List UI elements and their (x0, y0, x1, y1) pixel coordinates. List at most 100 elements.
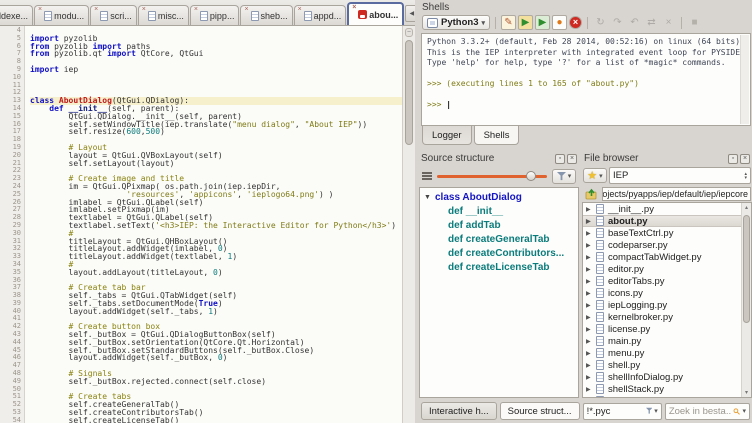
run-file-icon[interactable]: ▶ (518, 15, 533, 30)
tool-tab[interactable]: Interactive h... (421, 402, 497, 420)
expand-icon[interactable]: ▶ (586, 302, 596, 309)
edit-shell-config-icon[interactable]: ✎ (501, 15, 516, 30)
file-list-scrollbar-thumb[interactable] (743, 215, 750, 323)
starred-dirs-button[interactable]: ★ ▾ (583, 168, 607, 183)
editor-scrollbar[interactable]: ‒ (402, 26, 415, 423)
expand-icon[interactable]: ▶ (586, 278, 596, 285)
source-structure-item[interactable]: def __init__ (420, 204, 578, 218)
shell-tab-python3[interactable]: Python3 ▾ (422, 15, 490, 30)
code-area[interactable]: import pyzolibfrom pyzolib import pathsf… (25, 26, 402, 423)
tool-tab[interactable]: Source struct... (500, 402, 580, 420)
file-browser-item[interactable]: ▶menu.py (583, 347, 751, 359)
current-path-field[interactable]: projects/pyapps/iep/default/iep/iepcore (602, 187, 751, 201)
source-structure-item[interactable]: ▼class AboutDialog (420, 190, 578, 204)
expand-icon[interactable]: ▶ (586, 362, 596, 369)
file-browser-item[interactable]: ▶__init__.py (583, 203, 751, 215)
expand-icon[interactable]: ▶ (586, 350, 596, 357)
close-tab-icon[interactable]: × (244, 7, 248, 13)
expand-icon[interactable]: ▶ (586, 290, 596, 297)
expand-icon[interactable]: ▶ (586, 314, 596, 321)
run-project-file-icon[interactable]: ▶ (535, 15, 550, 30)
editor-tab[interactable]: ×pipp... (190, 5, 240, 25)
source-structure-item[interactable]: def createGeneralTab (420, 232, 578, 246)
shell-output[interactable]: Python 3.3.2+ (default, Feb 28 2014, 00:… (421, 33, 751, 126)
file-browser-project-row: ★ ▾ IEP ▴ ▾ (582, 166, 752, 185)
scroll-up-icon[interactable]: ▴ (742, 204, 751, 211)
editor-tab[interactable]: ×appd... (294, 5, 347, 25)
file-browser-item[interactable]: ▶about.py (583, 215, 751, 227)
expand-icon[interactable]: ▶ (586, 218, 596, 225)
shell-scrollbar[interactable] (740, 35, 749, 124)
editor-tab[interactable]: ×sheb... (240, 5, 292, 25)
close-panel-icon[interactable]: × (567, 154, 577, 164)
close-tab-icon[interactable]: × (298, 7, 302, 13)
close-panel-icon[interactable]: × (740, 154, 750, 164)
file-name-label: editorTabs.py (608, 276, 665, 287)
search-in-files[interactable]: ▾ (665, 403, 750, 420)
source-structure-item[interactable]: def createContributors... (420, 246, 578, 260)
source-structure-item[interactable]: def addTab (420, 218, 578, 232)
editor-tab[interactable]: ×modu... (34, 5, 89, 25)
file-list-scrollbar[interactable]: ▴ ▾ (741, 203, 751, 397)
structure-filter-button[interactable]: ▾ (552, 169, 576, 184)
detach-panel-icon[interactable]: ▫ (555, 154, 565, 164)
editor-tab[interactable]: ×misc... (138, 5, 189, 25)
file-browser-item[interactable]: ▶license.py (583, 323, 751, 335)
editor-scrollbar-thumb[interactable] (405, 40, 413, 145)
run-file-as-script-icon[interactable]: ● (552, 15, 567, 30)
file-browser-item[interactable]: ▶editor.py (583, 263, 751, 275)
detach-panel-icon[interactable]: ▫ (728, 154, 738, 164)
expand-icon[interactable]: ▶ (586, 206, 596, 213)
tab-scroll-buttons: ◀ ▶ (405, 5, 415, 22)
expand-icon[interactable]: ▶ (586, 266, 596, 273)
scrollbar-step-icon[interactable]: ‒ (405, 28, 413, 37)
close-tab-icon[interactable]: × (94, 7, 98, 13)
close-tab-icon[interactable]: × (352, 5, 356, 11)
file-browser-item[interactable]: ▶baseTextCtrl.py (583, 227, 751, 239)
file-browser-item[interactable]: ▶main.py (583, 335, 751, 347)
filename-filter-input[interactable] (587, 406, 644, 417)
editor-tab[interactable]: ×scri... (90, 5, 137, 25)
file-browser-item[interactable]: ▶iepLogging.py (583, 299, 751, 311)
expand-icon[interactable]: ▶ (586, 374, 596, 381)
file-browser-item[interactable]: ▶codeparser.py (583, 239, 751, 251)
project-select[interactable]: IEP ▴ ▾ (609, 167, 751, 184)
scroll-tabs-left-icon[interactable]: ◀ (405, 5, 415, 22)
file-browser-item[interactable]: ▶shellStack.py (583, 383, 751, 395)
dock-tab-shells[interactable]: Shells (474, 126, 520, 145)
editor-tab[interactable]: ×abou... (347, 2, 404, 25)
expand-icon[interactable]: ▶ (586, 242, 596, 249)
collapse-icon[interactable]: ▼ (424, 194, 435, 201)
filename-filter[interactable]: ▾ (583, 403, 662, 420)
editor-tab[interactable]: uildexe... (0, 5, 33, 25)
spinner-icons[interactable]: ▴ ▾ (744, 172, 747, 180)
go-up-directory-button[interactable] (583, 187, 600, 201)
close-tab-icon[interactable]: × (142, 7, 146, 13)
file-browser-item[interactable]: ▶icons.py (583, 287, 751, 299)
spin-down-icon[interactable]: ▾ (744, 176, 747, 180)
file-browser-item[interactable]: ▶shellInfoDialog.py (583, 371, 751, 383)
terminate-icon: ■ (687, 15, 702, 30)
depth-slider[interactable] (437, 175, 547, 178)
search-in-files-input[interactable] (669, 406, 731, 417)
dock-tab-logger[interactable]: Logger (422, 126, 472, 145)
file-browser-item[interactable]: ▶kernelbroker.py (583, 311, 751, 323)
file-browser-item[interactable]: ▶splash.py (583, 395, 751, 398)
depth-slider-handle[interactable] (526, 171, 536, 181)
file-browser-item[interactable]: ▶shell.py (583, 359, 751, 371)
file-browser-item[interactable]: ▶ editorTabs.py (583, 275, 751, 287)
close-tab-icon[interactable]: × (38, 7, 42, 13)
chevron-down-icon: ▾ (654, 407, 658, 415)
close-tab-icon[interactable]: × (194, 7, 198, 13)
expand-icon[interactable]: ▶ (586, 386, 596, 393)
code-line: textlabel.setText('<h3>IEP: the Interact… (30, 222, 402, 230)
expand-icon[interactable]: ▶ (586, 230, 596, 237)
source-structure-item[interactable]: def createLicenseTab (420, 260, 578, 274)
expand-icon[interactable]: ▶ (586, 254, 596, 261)
expand-icon[interactable]: ▶ (586, 326, 596, 333)
expand-icon[interactable]: ▶ (586, 398, 596, 399)
expand-icon[interactable]: ▶ (586, 338, 596, 345)
file-browser-item[interactable]: ▶compactTabWidget.py (583, 251, 751, 263)
stop-shell-icon[interactable]: × (569, 16, 582, 29)
scroll-down-icon[interactable]: ▾ (742, 389, 751, 396)
